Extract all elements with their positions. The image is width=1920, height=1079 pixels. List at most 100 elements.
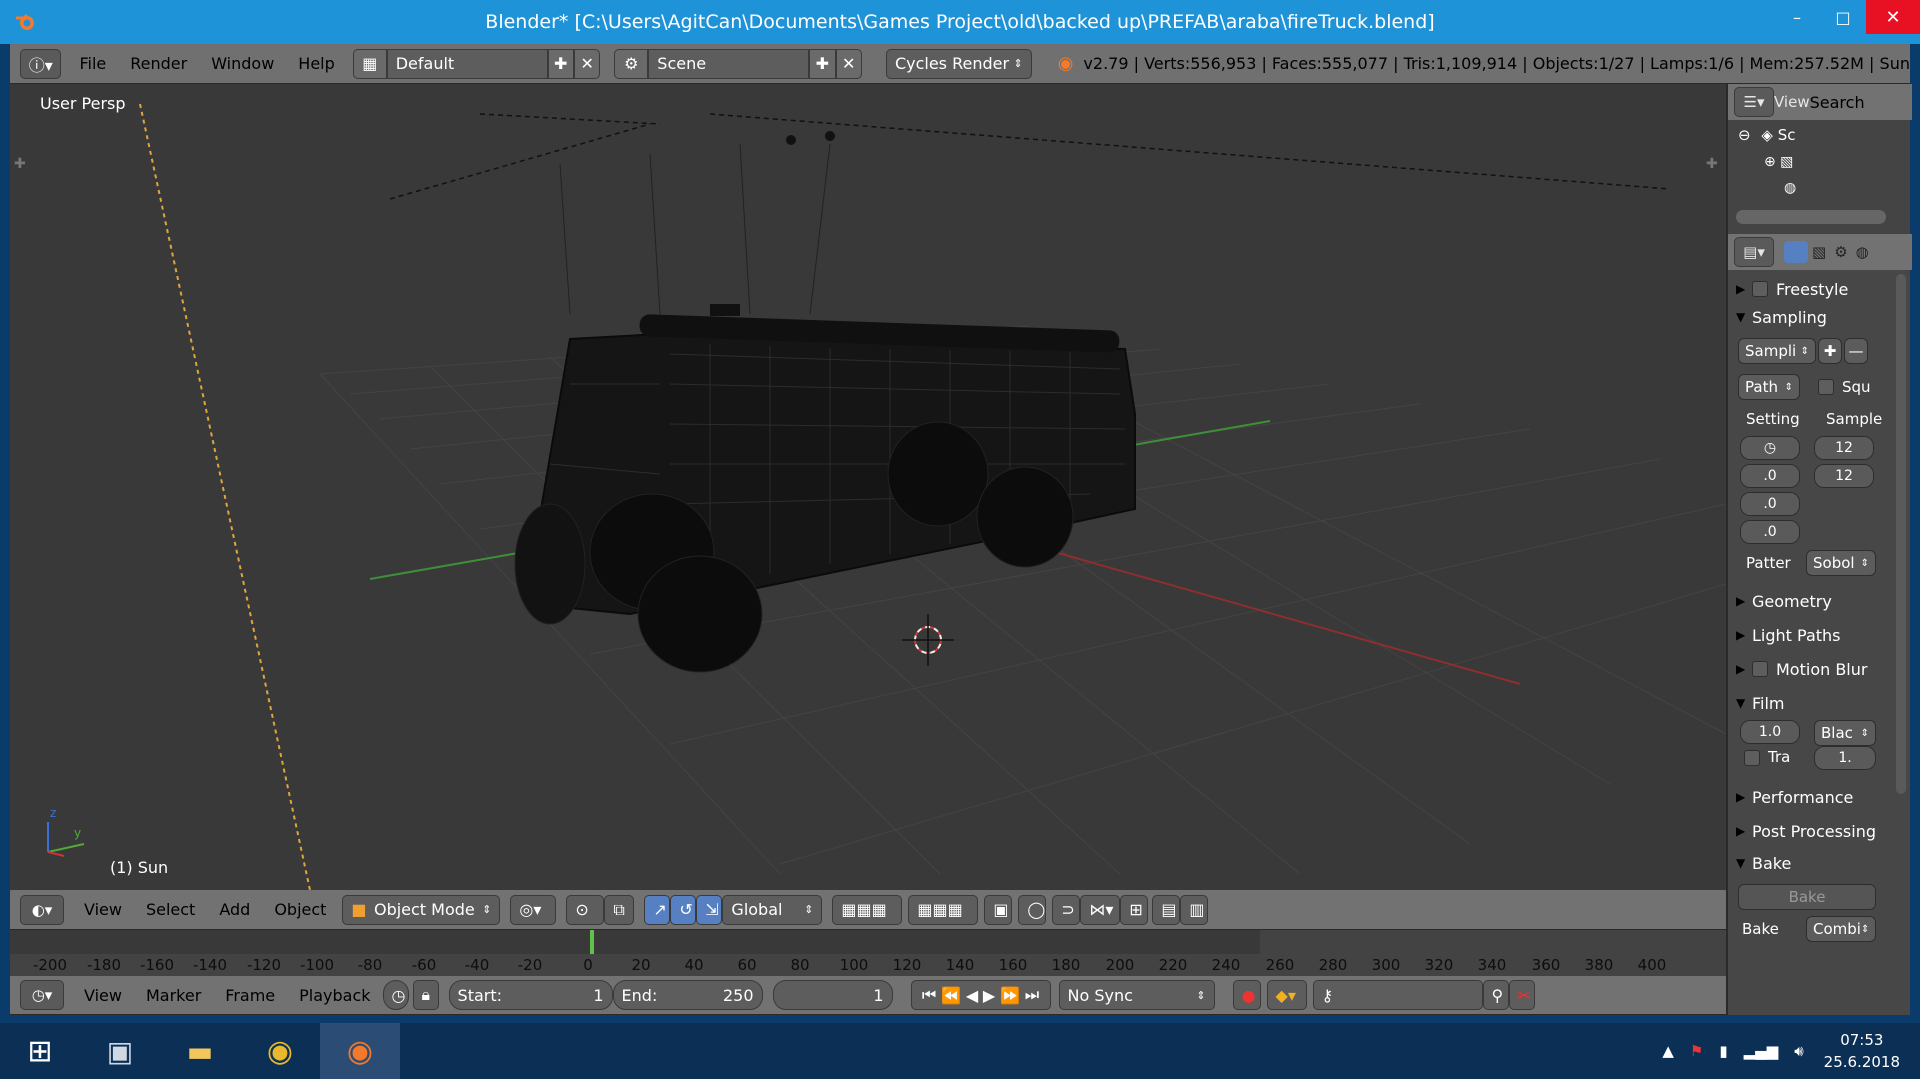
properties-editor[interactable]: ▤▾ ▧ ⚙ ◍ ▶ Freestyle ▼ Sampling Sampli ⇕ … [1726, 234, 1912, 1015]
menu-view[interactable]: View [1774, 93, 1810, 111]
active-keying-set-field[interactable]: ⚷ [1312, 980, 1483, 1010]
panel-freestyle[interactable]: ▶ Freestyle [1736, 274, 1896, 304]
scene-remove-button[interactable]: ✕ [835, 48, 862, 79]
snap-toggle[interactable]: ⊃ [1052, 894, 1081, 925]
remove-preset-button[interactable]: — [1844, 338, 1868, 364]
lock-layer-button[interactable]: ▣ [984, 894, 1013, 925]
mode-dropdown[interactable]: ■ Object Mode ⇕ [342, 894, 501, 925]
panel-bake[interactable]: ▼ Bake [1736, 848, 1896, 878]
film-transparent-checkbox[interactable] [1744, 750, 1760, 766]
play-reverse-icon[interactable]: ◀ [966, 986, 978, 1005]
clamp-indirect-field[interactable]: .0 [1740, 492, 1800, 516]
panel-motion-blur[interactable]: ▶ Motion Blur [1736, 654, 1896, 684]
start-frame-field[interactable]: Start: 1 [448, 980, 613, 1010]
layers-grid-2[interactable]: ▦▦▦ [908, 894, 979, 925]
menu-render[interactable]: Render [118, 54, 199, 73]
properties-scrollbar[interactable] [1896, 274, 1906, 794]
next-key-icon[interactable]: ⏩ [1000, 986, 1020, 1005]
prev-key-icon[interactable]: ⏪ [941, 986, 961, 1005]
lock-range-button[interactable]: 🔒︎ [412, 980, 439, 1010]
add-preset-button[interactable]: ✚ [1818, 338, 1842, 364]
bake-button[interactable]: Bake [1738, 884, 1876, 910]
panel-light-paths[interactable]: ▶ Light Paths [1736, 620, 1896, 650]
editor-type-info-button[interactable]: ⓘ▾ [20, 48, 62, 79]
snap-element-dropdown[interactable]: ⋈▾ [1080, 894, 1121, 925]
menu-view[interactable]: View [72, 986, 134, 1005]
layout-browse-button[interactable]: ▦ [352, 48, 387, 79]
show-hidden-icons-icon[interactable]: ▲ [1662, 1042, 1674, 1060]
outliner-render-layer[interactable]: ⊕ ▧ [1764, 154, 1793, 170]
manipulator-toggle[interactable]: ⧉ [604, 894, 635, 925]
scene-tab-icon[interactable]: ⚙ [1834, 243, 1847, 261]
sun-lamp-icon[interactable] [825, 131, 835, 141]
menu-frame[interactable]: Frame [213, 986, 287, 1005]
sun-lamp-icon[interactable] [786, 135, 796, 145]
outliner-scene-item[interactable]: ⊖ ◈ Sc [1738, 126, 1795, 144]
volume-icon[interactable]: 🔊︎ [1794, 1042, 1803, 1060]
panel-post-processing[interactable]: ▶ Post Processing [1736, 816, 1896, 846]
scene-browse-button[interactable]: ⚙ [614, 48, 649, 79]
outliner[interactable]: ☰▾ View Search ⊖ ◈ Sc ⊕ ▧ ◍ [1726, 84, 1912, 234]
record-button[interactable]: ● [1232, 980, 1261, 1010]
close-button[interactable]: ✕ [1866, 0, 1920, 34]
taskbar-app-blender[interactable]: ◉ [320, 1023, 400, 1079]
editor-type-timeline-button[interactable]: ◷▾ [20, 980, 64, 1010]
jump-start-icon[interactable]: ⏮ [922, 985, 936, 1005]
flag-icon[interactable]: ⚑ [1690, 1042, 1703, 1060]
square-samples-checkbox[interactable] [1818, 379, 1834, 395]
freestyle-checkbox[interactable] [1752, 281, 1768, 297]
exposure-field[interactable]: 1.0 [1740, 720, 1800, 744]
network-icon[interactable]: ▂▄▆ [1744, 1042, 1779, 1060]
editor-type-properties-button[interactable]: ▤▾ [1734, 237, 1774, 267]
translate-manipulator[interactable]: ↗ [644, 894, 671, 925]
scene-add-button[interactable]: ✚ [809, 48, 836, 79]
menu-select[interactable]: Select [134, 900, 207, 919]
render-samples-field[interactable]: 12 [1814, 436, 1874, 460]
preview-samples-field[interactable]: 12 [1814, 464, 1874, 488]
opengl-render-button[interactable]: ⊞ [1120, 894, 1149, 925]
current-frame-field[interactable]: 1 [772, 980, 893, 1010]
clock[interactable]: 07:53 25.6.2018 [1824, 1029, 1900, 1073]
panel-sampling[interactable]: ▼ Sampling [1736, 302, 1896, 332]
battery-icon[interactable]: ▮ [1719, 1042, 1727, 1060]
sampling-preset-dropdown[interactable]: Sampli ⇕ [1738, 338, 1816, 364]
editor-type-outliner-button[interactable]: ☰▾ [1734, 87, 1774, 117]
menu-help[interactable]: Help [286, 54, 346, 73]
clamp-direct-field[interactable]: .0 [1740, 464, 1800, 488]
world-tab-icon[interactable]: ◍ [1856, 243, 1869, 261]
taskbar-app-chrome[interactable]: ◉ [240, 1023, 320, 1079]
jump-end-icon[interactable]: ⏭ [1025, 985, 1039, 1005]
corner-plus-icon[interactable]: ✚ [1706, 156, 1718, 172]
panel-film[interactable]: ▼ Film [1736, 688, 1896, 718]
seed-field[interactable]: ◷ [1740, 436, 1800, 460]
insert-keyframe-button[interactable]: ⚲ [1482, 980, 1509, 1010]
outliner-scrollbar-h[interactable] [1736, 210, 1886, 224]
preview-range-button[interactable]: ◷ [382, 980, 409, 1010]
end-frame-field[interactable]: End: 250 [612, 980, 763, 1010]
sync-dropdown[interactable]: No Sync ⇕ [1058, 980, 1215, 1010]
layout-add-button[interactable]: ✚ [547, 48, 574, 79]
menu-view[interactable]: View [72, 900, 134, 919]
menu-add[interactable]: Add [207, 900, 262, 919]
delete-keyframe-button[interactable]: ✂ [1508, 980, 1535, 1010]
camera-render-button[interactable]: ▤ [1152, 894, 1181, 925]
rotate-manipulator[interactable]: ↺ [670, 894, 697, 925]
light-threshold-field[interactable]: .0 [1740, 520, 1800, 544]
panel-geometry[interactable]: ▶ Geometry [1736, 586, 1896, 616]
menu-playback[interactable]: Playback [287, 986, 382, 1005]
timeline-editor[interactable]: -200 -180 -160 -140 -120 -100 -80 -60 -4… [10, 930, 1726, 976]
viewport-shading-dropdown[interactable]: ◎▾ [510, 894, 557, 925]
start-button[interactable]: ⊞ [0, 1023, 80, 1079]
render-engine-dropdown[interactable]: Cycles Render ⇕ [885, 48, 1032, 79]
3d-cursor[interactable] [902, 614, 954, 666]
scene-name-field[interactable]: Scene [648, 48, 810, 79]
render-tab-icon[interactable] [1784, 241, 1808, 263]
editor-type-3dview-button[interactable]: ◐▾ [20, 894, 64, 925]
scale-manipulator[interactable]: ⇲ [696, 894, 723, 925]
integrator-dropdown[interactable]: Path ⇕ [1738, 374, 1800, 400]
taskbar-app-file-explorer[interactable]: ▬ [160, 1023, 240, 1079]
play-icon[interactable]: ▶ [983, 986, 995, 1005]
menu-window[interactable]: Window [199, 54, 286, 73]
proportional-edit-button[interactable]: ◯ [1018, 894, 1047, 925]
3d-viewport[interactable]: ✚ ✚ User Persp (1) Sun y z [10, 84, 1726, 890]
